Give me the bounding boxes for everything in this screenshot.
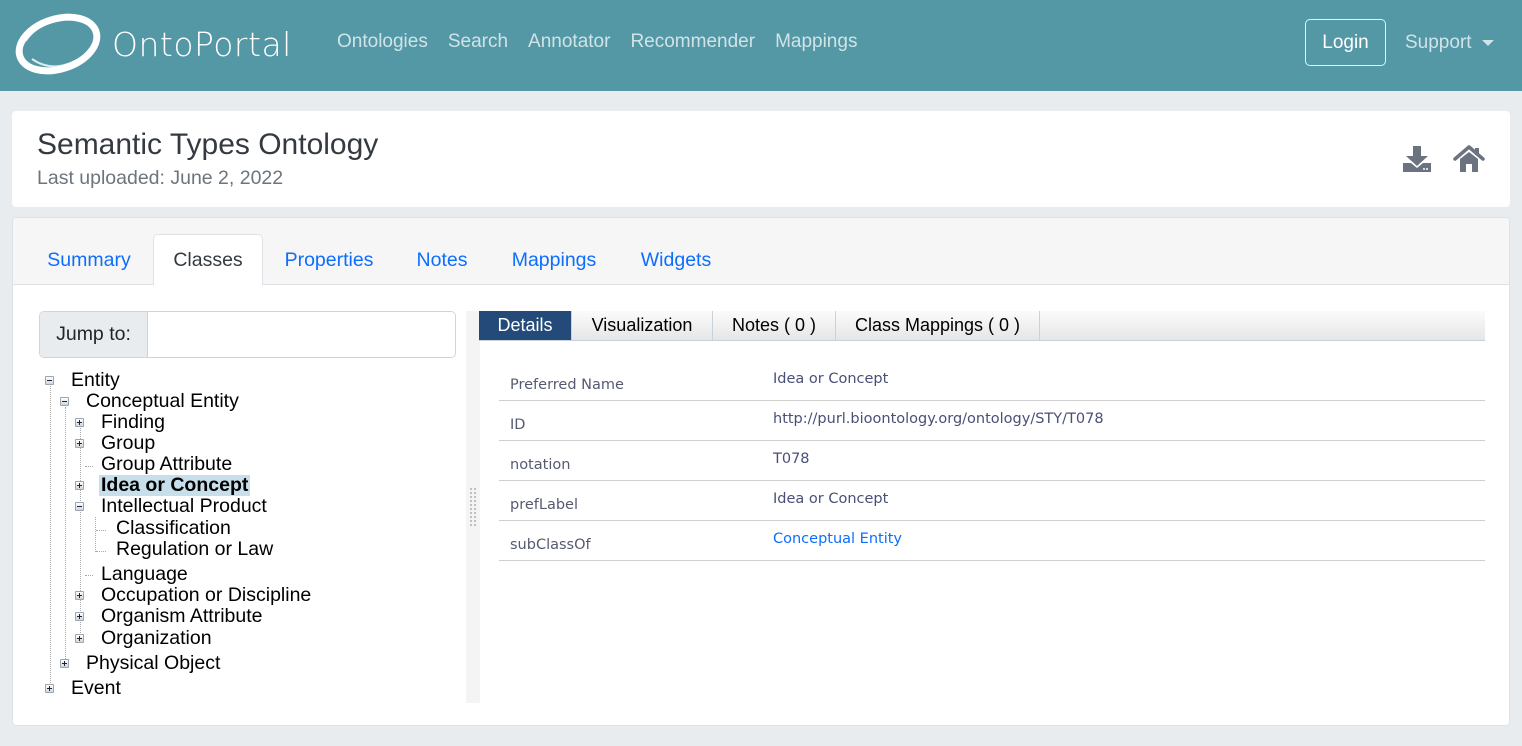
ontology-tabs: Summary Classes Properties Notes Mapping… bbox=[13, 218, 1509, 286]
expand-toggle-icon[interactable] bbox=[60, 659, 69, 668]
tree-node[interactable]: Regulation or Law bbox=[90, 539, 275, 560]
download-icon[interactable] bbox=[1401, 144, 1433, 174]
tree-connector bbox=[50, 386, 51, 691]
property-value: T078 bbox=[773, 451, 810, 467]
subclass-of-link[interactable]: Conceptual Entity bbox=[773, 531, 902, 547]
ontology-header: Semantic Types Ontology Last uploaded: J… bbox=[12, 111, 1510, 207]
tree-node-selected[interactable]: Idea or Concept bbox=[75, 475, 251, 496]
tree-node-label[interactable]: Conceptual Entity bbox=[84, 391, 241, 412]
tree-node-label[interactable]: Classification bbox=[114, 518, 233, 539]
expand-toggle-icon[interactable] bbox=[45, 684, 54, 693]
nav-link-mappings[interactable]: Mappings bbox=[775, 31, 857, 53]
property-value: Idea or Concept bbox=[773, 371, 889, 387]
tree-node-label[interactable]: Organization bbox=[99, 628, 214, 649]
jump-to-label: Jump to: bbox=[40, 312, 148, 357]
panel-tab-visualization[interactable]: Visualization bbox=[572, 311, 713, 340]
jump-to-input[interactable] bbox=[148, 312, 455, 357]
expand-toggle-icon[interactable] bbox=[75, 612, 84, 621]
login-button[interactable]: Login bbox=[1305, 19, 1386, 66]
collapse-toggle-icon[interactable] bbox=[60, 397, 69, 406]
tree-node-label[interactable]: Physical Object bbox=[84, 653, 222, 674]
caret-down-icon bbox=[1481, 40, 1494, 46]
details-row: ID http://purl.bioontology.org/ontology/… bbox=[499, 401, 1485, 441]
drag-handle-icon[interactable] bbox=[469, 487, 477, 527]
last-uploaded: Last uploaded: June 2, 2022 bbox=[37, 167, 284, 189]
tab-summary[interactable]: Summary bbox=[33, 234, 145, 286]
details-row: prefLabel Idea or Concept bbox=[499, 481, 1485, 521]
jump-to-group: Jump to: bbox=[39, 311, 456, 358]
property-name: prefLabel bbox=[510, 497, 578, 513]
tree-node-label[interactable]: Regulation or Law bbox=[114, 539, 275, 560]
ontology-content-card: Summary Classes Properties Notes Mapping… bbox=[12, 217, 1510, 726]
top-navbar: OntoPortal Ontologies Search Annotator R… bbox=[0, 0, 1522, 91]
tree-node[interactable]: Language bbox=[75, 564, 190, 585]
tree-node-label[interactable]: Occupation or Discipline bbox=[99, 585, 313, 606]
ontoportal-logo-icon bbox=[15, 13, 101, 75]
class-detail-tabs: Details Visualization Notes ( 0 ) Class … bbox=[479, 311, 1485, 341]
tree-node[interactable]: Occupation or Discipline bbox=[75, 585, 313, 606]
nav-link-annotator[interactable]: Annotator bbox=[528, 31, 610, 53]
support-label: Support bbox=[1405, 32, 1472, 53]
nav-link-recommender[interactable]: Recommender bbox=[630, 31, 755, 53]
tree-node-label[interactable]: Language bbox=[99, 564, 190, 585]
tree-node-label[interactable]: Group Attribute bbox=[99, 454, 234, 475]
tree-node-label[interactable]: Entity bbox=[69, 370, 122, 391]
tab-widgets[interactable]: Widgets bbox=[629, 234, 723, 286]
brand-logo-link[interactable]: OntoPortal bbox=[12, 10, 292, 78]
tab-notes[interactable]: Notes bbox=[405, 234, 479, 286]
tree-node[interactable]: Organism Attribute bbox=[75, 606, 264, 627]
tree-node-label[interactable]: Finding bbox=[99, 412, 167, 433]
expand-toggle-icon[interactable] bbox=[75, 591, 84, 600]
main-nav: Ontologies Search Annotator Recommender … bbox=[337, 31, 877, 53]
collapse-toggle-icon[interactable] bbox=[75, 502, 84, 511]
tree-node[interactable]: Group bbox=[75, 433, 157, 454]
tree-node[interactable]: Conceptual Entity bbox=[60, 391, 241, 412]
tree-node-label[interactable]: Event bbox=[69, 678, 123, 699]
tree-node[interactable]: Finding bbox=[75, 412, 167, 433]
tree-node[interactable]: Organization bbox=[75, 628, 214, 649]
tree-node[interactable]: Event bbox=[45, 678, 123, 699]
tab-properties[interactable]: Properties bbox=[273, 234, 385, 286]
panel-tab-details[interactable]: Details bbox=[479, 311, 572, 340]
pane-splitter[interactable] bbox=[466, 311, 480, 703]
expand-toggle-icon[interactable] bbox=[75, 634, 84, 643]
nav-link-ontologies[interactable]: Ontologies bbox=[337, 31, 428, 53]
tree-node-label[interactable]: Intellectual Product bbox=[99, 496, 269, 517]
property-name: subClassOf bbox=[510, 537, 591, 553]
details-row: subClassOf Conceptual Entity bbox=[499, 521, 1485, 561]
property-value: Idea or Concept bbox=[773, 491, 889, 507]
property-value: http://purl.bioontology.org/ontology/STY… bbox=[773, 411, 1104, 427]
tree-node[interactable]: Intellectual Product bbox=[75, 496, 269, 517]
tree-node[interactable]: Classification bbox=[90, 518, 233, 539]
collapse-toggle-icon[interactable] bbox=[45, 376, 54, 385]
support-dropdown[interactable]: Support bbox=[1405, 32, 1494, 54]
panel-tab-class-mappings[interactable]: Class Mappings ( 0 ) bbox=[836, 311, 1040, 340]
expand-toggle-icon[interactable] bbox=[75, 418, 84, 427]
tab-classes[interactable]: Classes bbox=[153, 234, 263, 286]
property-name: notation bbox=[510, 457, 571, 473]
tree-node-label[interactable]: Group bbox=[99, 433, 157, 454]
details-row: notation T078 bbox=[499, 441, 1485, 481]
tab-mappings[interactable]: Mappings bbox=[499, 234, 609, 286]
expand-toggle-icon[interactable] bbox=[75, 439, 84, 448]
property-name: Preferred Name bbox=[510, 377, 624, 393]
tree-connector bbox=[65, 407, 66, 665]
panel-tab-notes[interactable]: Notes ( 0 ) bbox=[713, 311, 836, 340]
tree-node-label[interactable]: Idea or Concept bbox=[99, 475, 251, 496]
home-icon[interactable] bbox=[1453, 144, 1485, 174]
nav-link-search[interactable]: Search bbox=[448, 31, 508, 53]
brand-name: OntoPortal bbox=[112, 24, 292, 64]
tree-node[interactable]: Physical Object bbox=[60, 653, 222, 674]
page-title: Semantic Types Ontology bbox=[37, 128, 379, 161]
tree-node[interactable]: Group Attribute bbox=[75, 454, 234, 475]
details-table: Preferred Name Idea or Concept ID http:/… bbox=[499, 361, 1485, 561]
expand-toggle-icon[interactable] bbox=[75, 481, 84, 490]
tree-node[interactable]: Entity bbox=[45, 370, 122, 391]
property-name: ID bbox=[510, 417, 526, 433]
details-row: Preferred Name Idea or Concept bbox=[499, 361, 1485, 401]
tree-node-label[interactable]: Organism Attribute bbox=[99, 606, 264, 627]
